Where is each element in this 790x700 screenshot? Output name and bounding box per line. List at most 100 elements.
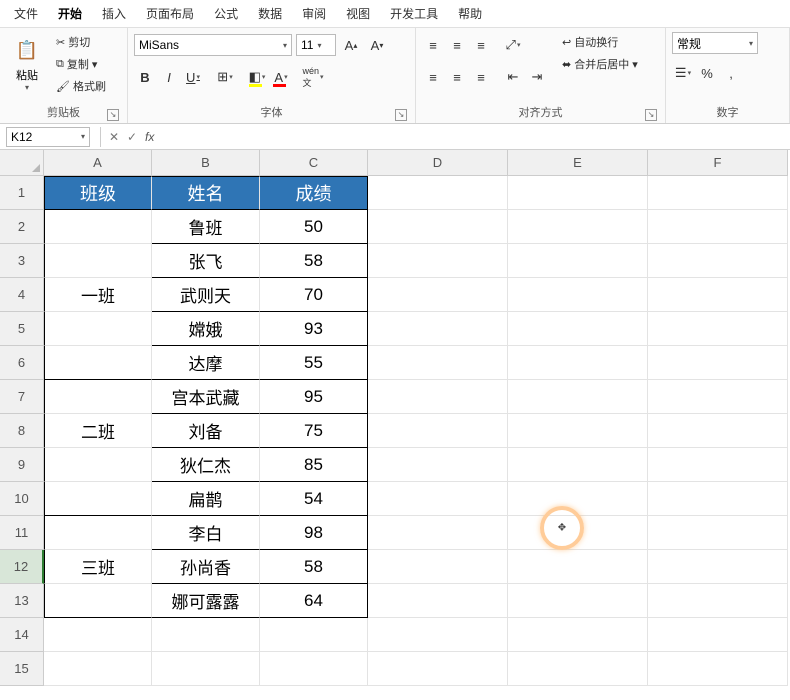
row-header[interactable]: 6 [0, 346, 44, 380]
font-color-button[interactable]: A▾ [270, 66, 292, 88]
cell[interactable] [508, 482, 648, 516]
cell[interactable] [44, 380, 152, 414]
align-top-button[interactable]: ≡ [422, 34, 444, 56]
cell[interactable] [44, 516, 152, 550]
cell[interactable] [648, 550, 788, 584]
number-format-combo[interactable]: 常规▾ [672, 32, 758, 54]
italic-button[interactable]: I [158, 66, 180, 88]
orientation-button[interactable]: ⤢▾ [502, 34, 524, 56]
cell[interactable] [44, 584, 152, 618]
font-name-combo[interactable]: MiSans▾ [134, 34, 292, 56]
comma-button[interactable]: , [720, 62, 742, 84]
cell[interactable] [368, 584, 508, 618]
cell[interactable] [44, 244, 152, 278]
cell[interactable] [368, 550, 508, 584]
cell[interactable] [368, 244, 508, 278]
cell[interactable] [368, 618, 508, 652]
menu-item[interactable]: 帮助 [448, 1, 492, 26]
cell[interactable]: 一班 [44, 278, 152, 312]
cell[interactable]: 张飞 [152, 244, 260, 278]
fill-color-button[interactable]: ◧▾ [246, 66, 268, 88]
cell[interactable]: 95 [260, 380, 368, 414]
row-header[interactable]: 2 [0, 210, 44, 244]
column-header[interactable]: F [648, 150, 788, 176]
cell[interactable]: 孙尚香 [152, 550, 260, 584]
underline-button[interactable]: U▾ [182, 66, 204, 88]
cell[interactable]: 扁鹊 [152, 482, 260, 516]
cell[interactable] [368, 176, 508, 210]
menu-item[interactable]: 开始 [48, 1, 92, 26]
select-all-corner[interactable] [0, 150, 44, 176]
cell[interactable] [368, 380, 508, 414]
cancel-formula-button[interactable]: ✕ [105, 130, 123, 144]
cell[interactable]: 58 [260, 244, 368, 278]
paste-button[interactable]: 📋 粘贴 ▾ [6, 32, 48, 96]
row-header[interactable]: 3 [0, 244, 44, 278]
menu-item[interactable]: 数据 [248, 1, 292, 26]
cut-button[interactable]: ✂剪切 [52, 32, 110, 52]
cell[interactable] [44, 618, 152, 652]
cells-area[interactable]: 班级姓名成绩鲁班50张飞58一班武则天70嫦娥93达摩55宫本武藏95二班刘备7… [44, 176, 788, 686]
fx-icon[interactable]: fx [141, 130, 158, 144]
cell[interactable] [648, 584, 788, 618]
column-header[interactable]: C [260, 150, 368, 176]
align-middle-button[interactable]: ≡ [446, 34, 468, 56]
cell[interactable] [368, 210, 508, 244]
cell[interactable] [260, 618, 368, 652]
percent-button[interactable]: % [696, 62, 718, 84]
column-header[interactable]: A [44, 150, 152, 176]
align-right-button[interactable]: ≡ [470, 66, 492, 88]
cell[interactable]: 狄仁杰 [152, 448, 260, 482]
cell[interactable] [648, 278, 788, 312]
menu-item[interactable]: 文件 [4, 1, 48, 26]
cell[interactable] [44, 346, 152, 380]
cell[interactable] [508, 346, 648, 380]
row-header[interactable]: 11 [0, 516, 44, 550]
row-header[interactable]: 7 [0, 380, 44, 414]
cell[interactable] [648, 312, 788, 346]
row-header[interactable]: 8 [0, 414, 44, 448]
cell[interactable] [260, 652, 368, 686]
cell[interactable] [648, 618, 788, 652]
cell[interactable]: 姓名 [152, 176, 260, 210]
dialog-launcher-icon[interactable]: ↘ [107, 109, 119, 121]
cell[interactable] [508, 278, 648, 312]
cell[interactable] [508, 550, 648, 584]
cell[interactable] [44, 652, 152, 686]
cell[interactable] [508, 652, 648, 686]
formula-input[interactable] [158, 127, 790, 147]
cell[interactable] [368, 516, 508, 550]
cell[interactable]: 李白 [152, 516, 260, 550]
decrease-font-button[interactable]: A▾ [366, 34, 388, 56]
cell[interactable] [508, 176, 648, 210]
cell[interactable] [508, 414, 648, 448]
cell[interactable]: 54 [260, 482, 368, 516]
decrease-indent-button[interactable]: ⇤ [502, 66, 524, 88]
cell[interactable] [508, 244, 648, 278]
cell[interactable] [508, 516, 648, 550]
format-painter-button[interactable]: 🖌格式刷 [52, 76, 110, 96]
currency-button[interactable]: ☰▾ [672, 62, 694, 84]
cell[interactable]: 75 [260, 414, 368, 448]
menu-item[interactable]: 视图 [336, 1, 380, 26]
increase-indent-button[interactable]: ⇥ [526, 66, 548, 88]
cell[interactable] [368, 652, 508, 686]
column-header[interactable]: E [508, 150, 648, 176]
align-bottom-button[interactable]: ≡ [470, 34, 492, 56]
cell[interactable]: 三班 [44, 550, 152, 584]
cell[interactable] [368, 346, 508, 380]
font-size-combo[interactable]: 11▾ [296, 34, 336, 56]
cell[interactable] [508, 312, 648, 346]
cell[interactable] [508, 380, 648, 414]
menu-item[interactable]: 开发工具 [380, 1, 448, 26]
column-header[interactable]: D [368, 150, 508, 176]
cell[interactable] [648, 652, 788, 686]
cell[interactable]: 刘备 [152, 414, 260, 448]
cell[interactable] [508, 584, 648, 618]
cell[interactable] [152, 652, 260, 686]
cell[interactable]: 55 [260, 346, 368, 380]
cell[interactable] [368, 414, 508, 448]
cell[interactable]: 嫦娥 [152, 312, 260, 346]
cell[interactable]: 成绩 [260, 176, 368, 210]
cell[interactable]: 85 [260, 448, 368, 482]
